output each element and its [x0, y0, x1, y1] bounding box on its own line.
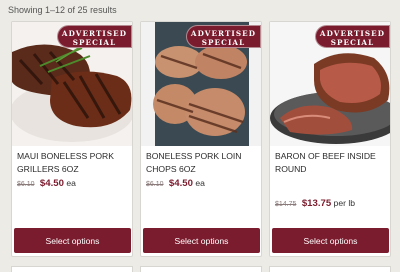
price-unit: per lb [333, 198, 356, 208]
product-title[interactable]: BONELESS PORK LOIN CHOPS 6oz [146, 150, 260, 176]
badge-line2: SPECIAL [72, 38, 117, 47]
product-image[interactable]: ADVERTISED SPECIAL [141, 22, 261, 146]
product-title[interactable]: MAUI BONELESS PORK GRILLERS 6oz [17, 150, 131, 176]
sale-price: $4.50 [39, 178, 64, 189]
next-row-card [269, 266, 391, 272]
product-price: $6.10 $4.50 ea [17, 178, 76, 189]
badge-line1: ADVERTISED [61, 29, 128, 38]
old-price: $6.10 [146, 181, 164, 188]
product-title[interactable]: BARON OF BEEF INSIDE ROUND [275, 150, 389, 176]
next-row-card [140, 266, 262, 272]
sale-price: $4.50 [168, 178, 193, 189]
sale-price: $13.75 [301, 198, 332, 209]
product-price: $6.10 $4.50 ea [146, 178, 205, 189]
select-options-button[interactable]: Select options [14, 228, 131, 253]
select-options-button[interactable]: Select options [143, 228, 260, 253]
badge-line1: ADVERTISED [319, 29, 386, 38]
badge-line2: SPECIAL [201, 38, 246, 47]
old-price: $14.75 [275, 201, 297, 208]
next-row-card [11, 266, 133, 272]
product-image[interactable]: ADVERTISED SPECIAL [270, 22, 390, 146]
badge-line2: SPECIAL [330, 38, 375, 47]
advertised-special-badge: ADVERTISED SPECIAL [186, 25, 261, 48]
advertised-special-badge: ADVERTISED SPECIAL [57, 25, 132, 48]
product-card[interactable]: ADVERTISED SPECIAL BARON OF BEEF INSIDE … [269, 21, 391, 257]
old-price: $6.10 [17, 181, 35, 188]
price-unit: ea [195, 178, 205, 188]
price-unit: ea [66, 178, 76, 188]
advertised-special-badge: ADVERTISED SPECIAL [315, 25, 390, 48]
results-count: Showing 1–12 of 25 results [8, 5, 117, 15]
select-options-button[interactable]: Select options [272, 228, 389, 253]
product-price: $14.75 $13.75 per lb [275, 198, 355, 209]
badge-line1: ADVERTISED [190, 29, 257, 38]
product-image[interactable]: ADVERTISED SPECIAL [12, 22, 132, 146]
product-card[interactable]: ADVERTISED SPECIAL MAUI BONELESS PORK GR… [11, 21, 133, 257]
product-card[interactable]: ADVERTISED SPECIAL BONELESS PORK LOIN CH… [140, 21, 262, 257]
